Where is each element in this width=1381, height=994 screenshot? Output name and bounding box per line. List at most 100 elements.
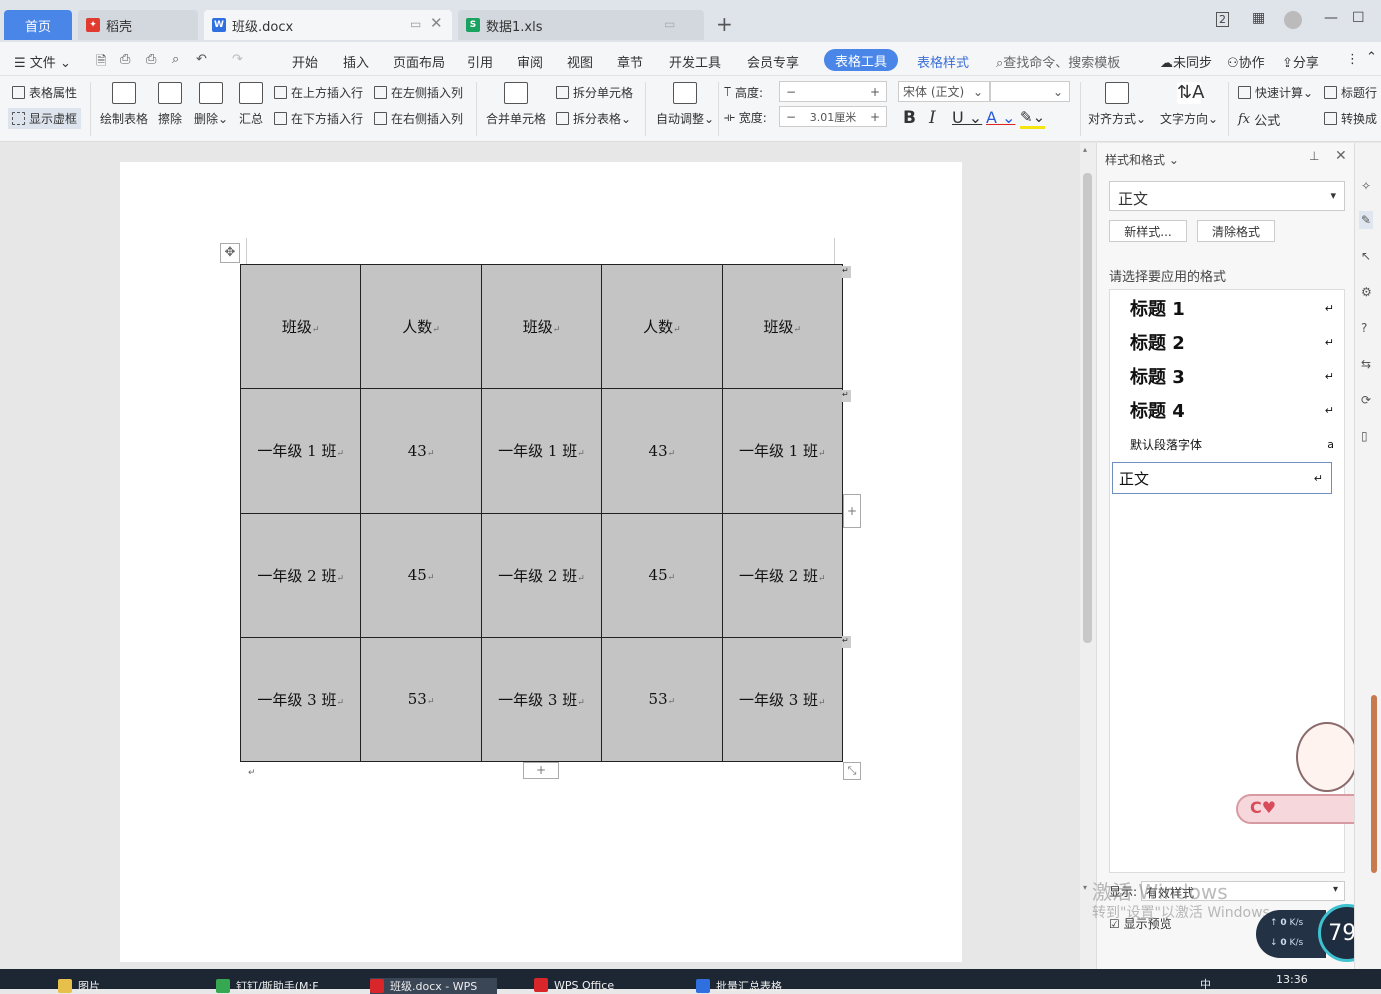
- pin-icon[interactable]: ⊥: [1309, 149, 1319, 163]
- tab-document[interactable]: W 班级.docx ▭ ✕: [204, 10, 452, 40]
- clock[interactable]: 13:36: [1276, 973, 1308, 986]
- menu-layout[interactable]: 页面布局: [393, 52, 445, 71]
- table-cell[interactable]: 43: [601, 388, 723, 514]
- style-heading-3[interactable]: 标题 3 ↵: [1124, 360, 1342, 392]
- share-button[interactable]: ⇪分享: [1282, 52, 1319, 71]
- tab-table-style[interactable]: 表格样式: [917, 52, 969, 71]
- export-pdf-icon[interactable]: ⎙: [120, 52, 130, 67]
- menu-view[interactable]: 视图: [567, 52, 593, 71]
- font-color-button[interactable]: A ⌄: [986, 108, 1015, 127]
- merge-cells-button[interactable]: 合并单元格: [486, 82, 546, 127]
- table-cell[interactable]: 45: [601, 512, 723, 638]
- tab-spreadsheet[interactable]: S 数据1.xls ▭: [458, 10, 704, 40]
- formula-button[interactable]: fx 公式: [1238, 110, 1280, 129]
- insert-above-button[interactable]: 在上方插入行: [274, 84, 363, 101]
- help-icon[interactable]: ?: [1361, 321, 1367, 335]
- settings-icon[interactable]: ⚙: [1361, 285, 1372, 299]
- insert-right-button[interactable]: 在右侧插入列: [374, 110, 463, 127]
- monitor-icon[interactable]: ▭: [664, 17, 675, 31]
- table-cell[interactable]: 一年级 1 班: [239, 388, 362, 514]
- autofit-button[interactable]: 自动调整⌄: [656, 82, 714, 127]
- resize-table-icon[interactable]: ⤡: [843, 762, 861, 780]
- show-gridlines-button[interactable]: 显示虚框: [8, 108, 82, 129]
- table-cell[interactable]: 一年级 3 班: [721, 636, 844, 763]
- collapse-ribbon-icon[interactable]: ⌃: [1366, 50, 1377, 65]
- width-stepper[interactable]: −3.01厘米 +: [779, 106, 887, 127]
- style-heading-1[interactable]: 标题 1 ↵: [1124, 292, 1342, 324]
- split-cell-button[interactable]: 拆分单元格: [556, 84, 633, 101]
- table-props-button[interactable]: 表格属性: [12, 84, 77, 101]
- print-preview-icon[interactable]: ⌕: [172, 52, 179, 67]
- close-tab-icon[interactable]: ✕: [430, 14, 443, 32]
- pointer-icon[interactable]: ↖: [1361, 249, 1371, 263]
- avatar[interactable]: [1284, 11, 1302, 29]
- width-value[interactable]: 3.01厘米: [802, 109, 864, 125]
- table-cell[interactable]: 一年级 3 班: [239, 636, 362, 763]
- table-cell[interactable]: 45: [360, 512, 482, 638]
- menu-file[interactable]: ☰ 文件 ⌄: [14, 52, 71, 71]
- tab-daoke[interactable]: ✦ 稻壳: [78, 10, 198, 40]
- draw-table-button[interactable]: 绘制表格: [100, 82, 148, 127]
- title-row-button[interactable]: 标题行: [1324, 84, 1377, 101]
- split-table-button[interactable]: 拆分表格 ⌄: [556, 110, 631, 127]
- share-panel-icon[interactable]: ⇆: [1361, 357, 1371, 371]
- sync-status[interactable]: ☁未同步: [1160, 52, 1212, 71]
- menu-member[interactable]: 会员专享: [747, 52, 799, 71]
- save-icon[interactable]: 🗎: [96, 52, 106, 74]
- table-cell[interactable]: 一年级 2 班: [480, 512, 603, 638]
- table-header-cell[interactable]: 人数: [360, 263, 482, 390]
- table-cell[interactable]: 53: [601, 636, 723, 763]
- tab-home[interactable]: 首页: [4, 10, 72, 40]
- table-header-cell[interactable]: 班级: [239, 263, 362, 390]
- add-row-button[interactable]: +: [523, 762, 559, 779]
- ime-indicator[interactable]: 中: [1200, 976, 1211, 992]
- taskbar-item-images[interactable]: 图片: [58, 978, 100, 994]
- layout-icon[interactable]: 2: [1216, 12, 1229, 27]
- table-header-cell[interactable]: 班级: [480, 263, 603, 390]
- table-move-handle-icon[interactable]: ✥: [220, 243, 240, 263]
- menu-developer[interactable]: 开发工具: [669, 52, 721, 71]
- tab-table-tools[interactable]: 表格工具: [824, 49, 898, 71]
- menu-chapter[interactable]: 章节: [617, 52, 643, 71]
- plus-icon[interactable]: +: [864, 85, 886, 99]
- height-stepper[interactable]: − +: [779, 81, 887, 102]
- redo-icon[interactable]: ↷: [232, 52, 243, 67]
- book-icon[interactable]: ▯: [1361, 429, 1368, 443]
- insert-left-button[interactable]: 在左侧插入列: [374, 84, 463, 101]
- current-style-select[interactable]: 正文 ▾: [1109, 181, 1345, 211]
- class-table[interactable]: 班级人数班级人数班级一年级 1 班43一年级 1 班43一年级 1 班一年级 2…: [239, 263, 844, 763]
- maximize-icon[interactable]: ☐: [1352, 10, 1365, 26]
- menu-insert[interactable]: 插入: [343, 52, 369, 71]
- taskbar-item-assistant[interactable]: 钉钉/斯助手(M:F: [216, 978, 319, 994]
- insert-below-button[interactable]: 在下方插入行: [274, 110, 363, 127]
- scroll-up-icon[interactable]: ▴: [1083, 145, 1087, 154]
- style-heading-2[interactable]: 标题 2 ↵: [1124, 326, 1342, 358]
- table-cell[interactable]: 一年级 2 班: [721, 512, 844, 638]
- table-header-cell[interactable]: 人数: [601, 263, 723, 390]
- plus-icon[interactable]: +: [864, 110, 886, 124]
- style-brush-icon[interactable]: ✎: [1359, 211, 1374, 229]
- new-tab-icon[interactable]: +: [716, 12, 733, 36]
- erase-button[interactable]: 擦除: [158, 82, 182, 127]
- quick-calc-button[interactable]: 快速计算 ⌄: [1238, 84, 1313, 101]
- print-icon[interactable]: ⎙: [146, 52, 156, 67]
- bold-button[interactable]: B: [903, 108, 916, 128]
- convert-button[interactable]: 转换成: [1324, 110, 1377, 127]
- underline-button[interactable]: U ⌄: [952, 108, 982, 127]
- vertical-scrollbar[interactable]: ▴ ▾: [1080, 143, 1096, 969]
- highlight-icon[interactable]: ✎⌄: [1020, 108, 1046, 129]
- taskbar-item-summary[interactable]: 批量汇总表格: [696, 978, 782, 994]
- summary-button[interactable]: 汇总: [239, 82, 263, 127]
- minus-icon[interactable]: −: [780, 85, 802, 99]
- new-style-button[interactable]: 新样式...: [1109, 220, 1187, 242]
- panel-title[interactable]: 样式和格式 ⌄: [1105, 151, 1179, 168]
- table-cell[interactable]: 一年级 1 班: [480, 388, 603, 514]
- font-size-select[interactable]: ⌄: [990, 81, 1070, 102]
- collab-button[interactable]: ⚇协作: [1227, 52, 1265, 71]
- style-heading-4[interactable]: 标题 4 ↵: [1124, 394, 1342, 426]
- table-cell[interactable]: 43: [360, 388, 482, 514]
- table-cell[interactable]: 53: [360, 636, 482, 763]
- monitor-icon[interactable]: ▭: [410, 17, 421, 31]
- backup-icon[interactable]: ⟳: [1361, 393, 1371, 407]
- network-speed-widget[interactable]: ↑ 0 K/s ↓ 0 K/s: [1256, 910, 1326, 958]
